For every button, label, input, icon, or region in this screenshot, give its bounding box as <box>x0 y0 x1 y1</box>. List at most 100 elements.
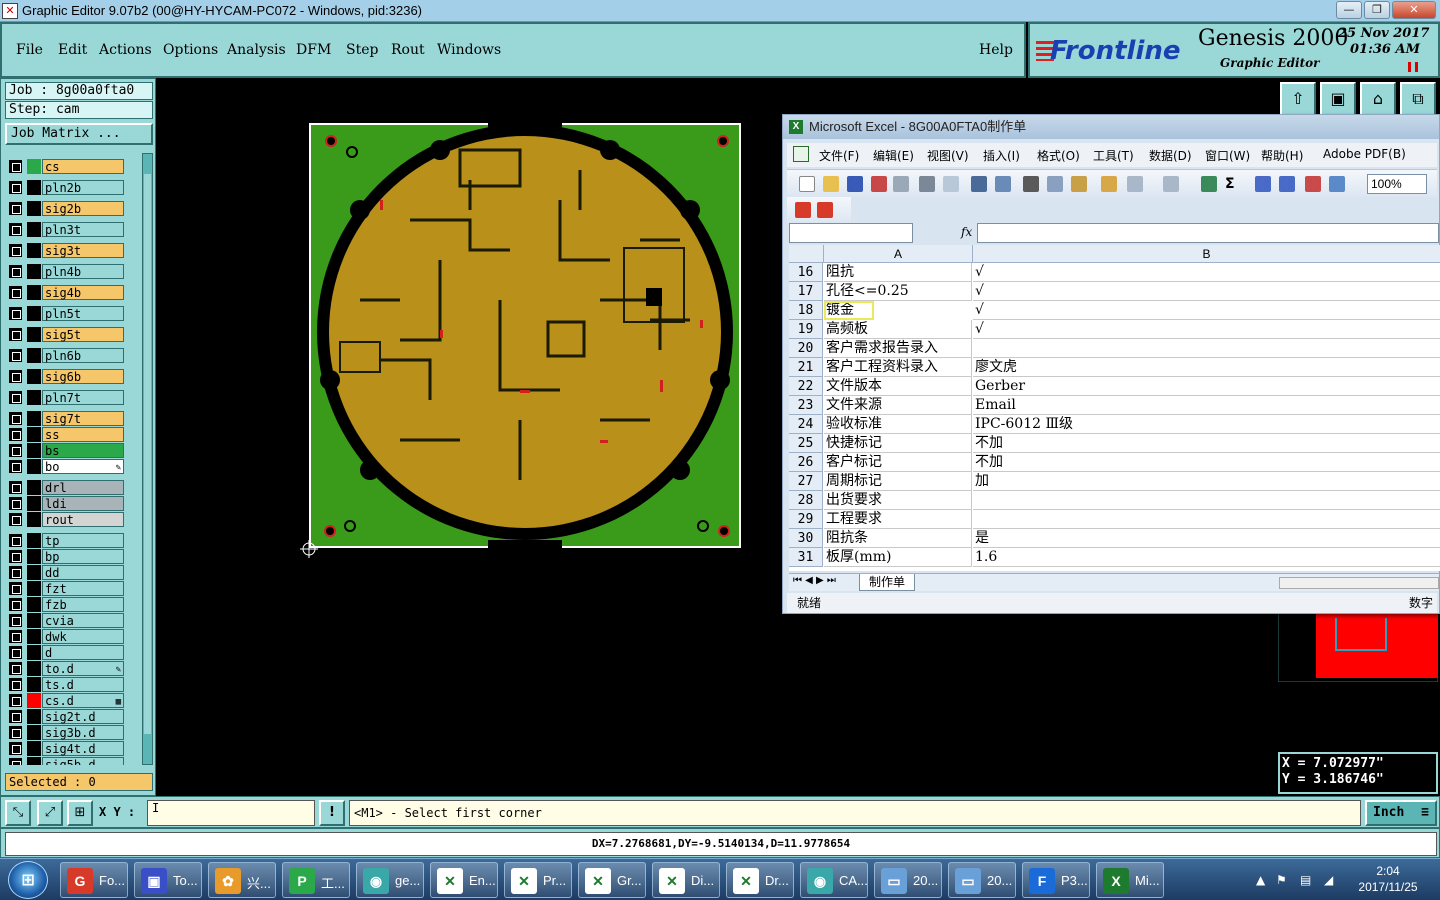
column-header-b[interactable]: B <box>973 245 1440 263</box>
layer-checkbox[interactable] <box>9 181 22 194</box>
layer-name[interactable]: fzt <box>42 581 124 596</box>
layer-checkbox[interactable] <box>9 630 22 643</box>
layer-color-swatch[interactable] <box>27 243 41 258</box>
cell-a[interactable]: 客户需求报告录入 <box>824 339 972 358</box>
home-icon[interactable]: ⌂ <box>1360 82 1396 116</box>
row-header[interactable]: 23 <box>789 396 823 415</box>
menu-help[interactable]: Help <box>979 42 1013 58</box>
row-header[interactable]: 29 <box>789 510 823 529</box>
menu-file[interactable]: File <box>16 42 43 58</box>
layer-checkbox[interactable] <box>9 286 22 299</box>
layer-checkbox[interactable] <box>9 202 22 215</box>
layer-checkbox[interactable] <box>9 444 22 457</box>
layer-checkbox[interactable] <box>9 726 22 739</box>
pause-icon[interactable] <box>1408 62 1418 72</box>
layer-row-ts-d[interactable]: ts.d <box>5 677 141 692</box>
clock[interactable]: 2:04 2017/11/25 <box>1348 863 1428 895</box>
layer-checkbox[interactable] <box>9 428 22 441</box>
permission-icon[interactable] <box>871 176 887 192</box>
cell-b[interactable]: √ <box>973 320 1440 339</box>
open-icon[interactable] <box>823 176 839 192</box>
pdf-convert-icon[interactable] <box>795 202 811 218</box>
cell-a[interactable]: 工程要求 <box>824 510 972 529</box>
layer-row-bs[interactable]: bs <box>5 443 141 458</box>
zoom-window-icon[interactable]: ⤡ <box>5 800 31 826</box>
start-button[interactable]: ⊞ <box>8 861 48 899</box>
layer-name[interactable]: sig2t.d <box>42 709 124 724</box>
layer-name[interactable]: dd <box>42 565 124 580</box>
layer-name[interactable]: bo ✎ <box>42 459 124 474</box>
new-icon[interactable] <box>799 176 815 192</box>
layer-row-to-d[interactable]: to.d ✎ <box>5 661 141 676</box>
layer-name[interactable]: sig2b <box>42 201 124 216</box>
unit-select[interactable]: Inch ≡ <box>1365 800 1437 826</box>
excel-doc-icon[interactable] <box>793 146 809 162</box>
print-preview-icon[interactable] <box>943 176 959 192</box>
row-header[interactable]: 24 <box>789 415 823 434</box>
measure-icon[interactable]: ⤢ <box>37 800 63 826</box>
layer-color-swatch[interactable] <box>27 549 41 564</box>
column-header-a[interactable]: A <box>824 245 973 263</box>
cell-a[interactable]: 客户标记 <box>824 453 972 472</box>
layer-name[interactable]: pln5t <box>42 306 124 321</box>
layer-row-d[interactable]: d <box>5 645 141 660</box>
layer-checkbox[interactable] <box>9 328 22 341</box>
row-header[interactable]: 22 <box>789 377 823 396</box>
taskbar-button[interactable]: F P3... <box>1022 862 1090 898</box>
layer-checkbox[interactable] <box>9 160 22 173</box>
excel-menu-window[interactable]: 窗口(W) <box>1205 147 1250 164</box>
cell-b[interactable]: 是 <box>973 529 1440 548</box>
layer-row-pln4b[interactable]: pln4b <box>5 264 141 279</box>
menu-dfm[interactable]: DFM <box>296 42 331 58</box>
maximize-button[interactable]: ❐ <box>1364 1 1390 19</box>
drawing-icon[interactable] <box>1329 176 1345 192</box>
layer-name[interactable]: pln3t <box>42 222 124 237</box>
layer-name[interactable]: sig6b <box>42 369 124 384</box>
layer-row-sig2t-d[interactable]: sig2t.d <box>5 709 141 724</box>
layer-color-swatch[interactable] <box>27 222 41 237</box>
layer-color-swatch[interactable] <box>27 496 41 511</box>
layer-checkbox[interactable] <box>9 244 22 257</box>
excel-menu-data[interactable]: 数据(D) <box>1149 147 1192 164</box>
close-button[interactable]: ✕ <box>1392 1 1436 19</box>
cell-b[interactable]: 不加 <box>973 434 1440 453</box>
cut-icon[interactable] <box>1023 176 1039 192</box>
layer-color-swatch[interactable] <box>27 725 41 740</box>
row-header[interactable]: 21 <box>789 358 823 377</box>
cell-a[interactable]: 出货要求 <box>824 491 972 510</box>
layer-color-swatch[interactable] <box>27 741 41 756</box>
layer-row-sig4t-d[interactable]: sig4t.d <box>5 741 141 756</box>
layer-row-dd[interactable]: dd <box>5 565 141 580</box>
cell-b[interactable]: 廖文虎 <box>973 358 1440 377</box>
layer-checkbox[interactable] <box>9 513 22 526</box>
layer-checkbox[interactable] <box>9 223 22 236</box>
taskbar-button[interactable]: ▭ 20... <box>948 862 1016 898</box>
row-header[interactable]: 30 <box>789 529 823 548</box>
layer-name[interactable]: sig3t <box>42 243 124 258</box>
excel-menu-adobe-pdf[interactable]: Adobe PDF(B) <box>1323 147 1406 161</box>
copy-icon[interactable] <box>1047 176 1063 192</box>
row-header[interactable]: 19 <box>789 320 823 339</box>
cell-b[interactable]: 1.6 <box>973 548 1440 567</box>
layer-name[interactable]: pln4b <box>42 264 124 279</box>
spelling-icon[interactable] <box>971 176 987 192</box>
row-header[interactable]: 17 <box>789 282 823 301</box>
paste-icon[interactable] <box>1071 176 1087 192</box>
redo-icon[interactable] <box>1163 176 1179 192</box>
layer-checkbox[interactable] <box>9 481 22 494</box>
cell-a[interactable]: 客户工程资料录入 <box>824 358 972 377</box>
layer-row-cs[interactable]: cs <box>5 159 141 174</box>
layer-color-swatch[interactable] <box>27 613 41 628</box>
layer-row-pln7t[interactable]: pln7t <box>5 390 141 405</box>
layer-color-swatch[interactable] <box>27 512 41 527</box>
layer-name[interactable]: sig4t.d <box>42 741 124 756</box>
menu-edit[interactable]: Edit <box>58 42 87 58</box>
layer-name[interactable]: sig7t <box>42 411 124 426</box>
layer-color-swatch[interactable] <box>27 459 41 474</box>
layer-name[interactable]: ts.d <box>42 677 124 692</box>
taskbar-button[interactable]: ✕ En... <box>430 862 498 898</box>
layer-row-fzt[interactable]: fzt <box>5 581 141 596</box>
sheet-tab[interactable]: 制作单 <box>859 574 915 591</box>
xy-input[interactable]: I <box>147 800 315 826</box>
layer-color-swatch[interactable] <box>27 709 41 724</box>
